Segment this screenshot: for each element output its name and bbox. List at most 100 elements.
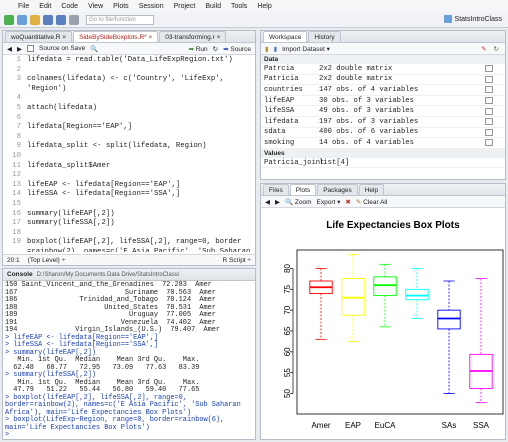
view-table-icon[interactable] [485,86,493,94]
view-table-icon[interactable] [485,107,493,115]
menu-tools[interactable]: Tools [231,3,247,10]
rerun-icon[interactable]: ↻ [213,45,218,53]
line-number: 15 [12,199,21,208]
menu-view[interactable]: View [88,3,103,10]
tab-plots[interactable]: Plots [289,184,317,195]
object-name: lifeSSA [264,107,295,116]
save-all-icon[interactable] [56,14,66,25]
code-line: 17 summary(lifeSSA[,2]) [3,219,255,229]
workspace-object-row[interactable]: Patricia_joint list[4] [261,158,505,169]
workspace-object-row[interactable]: countries 147 obs. of 4 variables [261,85,505,96]
editor-tabs: woQuantitative.R × SideBySideBoxplots.R*… [3,31,255,43]
file-type-selector[interactable]: R Script ÷ [223,257,252,264]
workspace-object-row[interactable]: Patrcia 2x2 double matrix [261,64,505,75]
tab-packages[interactable]: Packages [317,184,358,195]
menu-build[interactable]: Build [205,3,221,10]
code-line: 'Region') [3,85,255,95]
code-line: 10 [3,152,255,162]
broom-icon: ✎ [355,198,362,206]
menu-plots[interactable]: Plots [113,3,129,10]
export-button[interactable]: Export ▾ [317,198,341,206]
scope-selector[interactable]: (Top Level) ÷ [28,257,66,264]
import-dataset-button[interactable]: Import Dataset ▾ [282,45,330,53]
zoom-button[interactable]: 🔍 Zoom [285,198,312,206]
menu-edit[interactable]: Edit [39,3,51,10]
menu-session[interactable]: Session [139,3,164,10]
new-file-icon[interactable] [4,14,14,25]
tab-woquantitative[interactable]: woQuantitative.R × [5,31,73,42]
code-text: summary(lifeEAP[,2]) [27,209,115,218]
workspace-tabs: Workspace History [261,31,505,43]
goto-file-input[interactable]: Go to file/function [86,14,154,25]
workspace-object-row[interactable]: lifedata 197 obs. of 3 variables [261,117,505,128]
menu-code[interactable]: Code [61,3,78,10]
remove-plot-icon[interactable]: ✖ [345,198,350,206]
tab-transforming[interactable]: 03-transforming.r × [159,31,227,42]
tab-files[interactable]: Files [263,184,289,195]
workspace-object-row[interactable]: lifeSSA 49 obs. of 3 variables [261,106,505,117]
source-label: Source [230,45,251,53]
menu-file[interactable]: File [18,3,29,10]
code-text: lifeSSA <- lifedata[Region=='SSA',] [27,190,181,199]
view-table-icon[interactable] [485,65,493,73]
view-table-icon[interactable] [485,139,493,147]
next-plot-icon[interactable]: ▶ [275,198,280,206]
code-text: colnames(lifedata) <- c('Country', 'Life… [27,75,225,84]
menu-help[interactable]: Help [257,3,271,10]
save-icon[interactable] [43,14,53,25]
open-workspace-icon[interactable]: ▮ [265,45,269,53]
code-line: 15 [3,200,255,210]
back-icon[interactable]: ◀ [7,45,12,53]
refresh-icon[interactable]: ↻ [494,45,499,53]
search-icon[interactable]: 🔍 [90,45,98,53]
values-list: Patricia_joint list[4] [261,158,505,169]
code-text: attach(lifedata) [27,103,98,112]
open-project-icon[interactable] [17,14,27,25]
tab-sidebyside[interactable]: SideBySideBoxplots.R* × [73,31,159,42]
line-number: 19 [12,238,21,247]
source-on-save-checkbox[interactable] [27,45,34,52]
console-line: main='Life Expectancies Box Plots') [5,423,150,432]
workspace-object-row[interactable]: lifeEAP 30 obs. of 3 variables [261,96,505,107]
tab-history[interactable]: History [308,31,341,42]
view-table-icon[interactable] [485,128,493,136]
workspace-object-row[interactable]: smoking 14 obs. of 4 variables [261,138,505,149]
forward-icon[interactable]: ▶ [17,45,22,53]
y-tick-label: 60 [283,347,292,356]
object-name: lifedata [264,117,299,126]
x-tick-label: EAP [345,421,361,430]
workspace-object-row[interactable]: sdata 400 obs. of 6 variables [261,128,505,139]
object-value: list[4] [319,158,350,167]
view-table-icon[interactable] [485,118,493,126]
view-table-icon[interactable] [485,75,493,83]
y-tick-label: 75 [283,284,292,293]
save-workspace-icon[interactable]: ▮ [274,45,278,53]
console-path: D:/Sharon/My Documents Data Drive/StatsI… [36,271,180,278]
workspace-pane: Workspace History ▮ ▮ Import Dataset ▾ ✎… [260,30,506,180]
code-editor[interactable]: 1 lifedata = read.table('Data_LifeExpRegi… [3,55,255,252]
view-table-icon[interactable] [485,97,493,105]
menu-project[interactable]: Project [174,3,196,10]
code-line: 14 lifeSSA <- lifedata[Region=='SSA',] [3,190,255,200]
object-value: 147 obs. of 4 variables [319,85,419,94]
workspace-object-row[interactable]: Patricia 2x2 double matrix [261,75,505,86]
source-button[interactable]: ➡ Source [223,45,251,53]
clear-workspace-icon[interactable]: ✎ [481,45,486,53]
project-menu[interactable]: StatsIntroClass [443,15,502,23]
previous-plot-icon[interactable]: ◀ [265,198,270,206]
tab-workspace[interactable]: Workspace [263,31,308,42]
open-file-icon[interactable] [30,14,40,25]
console-title: Console [7,271,33,278]
x-tick-label: Amer [311,421,330,430]
clear-all-button[interactable]: ✎ Clear All [356,198,387,206]
run-button[interactable]: ➡ Run [188,45,207,53]
code-line: 1 lifedata = read.table('Data_LifeExpRegi… [3,56,255,66]
x-tick-label: EuCA [375,421,397,430]
console-output[interactable]: 150 Saint_Vincent_and_the_Grenadines 72.… [3,281,255,439]
code-text: summary(lifeSSA[,2]) [27,219,115,228]
code-text: boxplot(lifeEAP[,2], lifeSSA[,2], range=… [27,238,242,247]
tab-help[interactable]: Help [358,184,385,195]
menu-bar: File Edit Code View Plots Session Project Build… [0,0,508,12]
code-line: =rainbow(2), names=c('E Asia Pacific', '… [3,248,255,252]
print-icon[interactable] [69,14,79,25]
